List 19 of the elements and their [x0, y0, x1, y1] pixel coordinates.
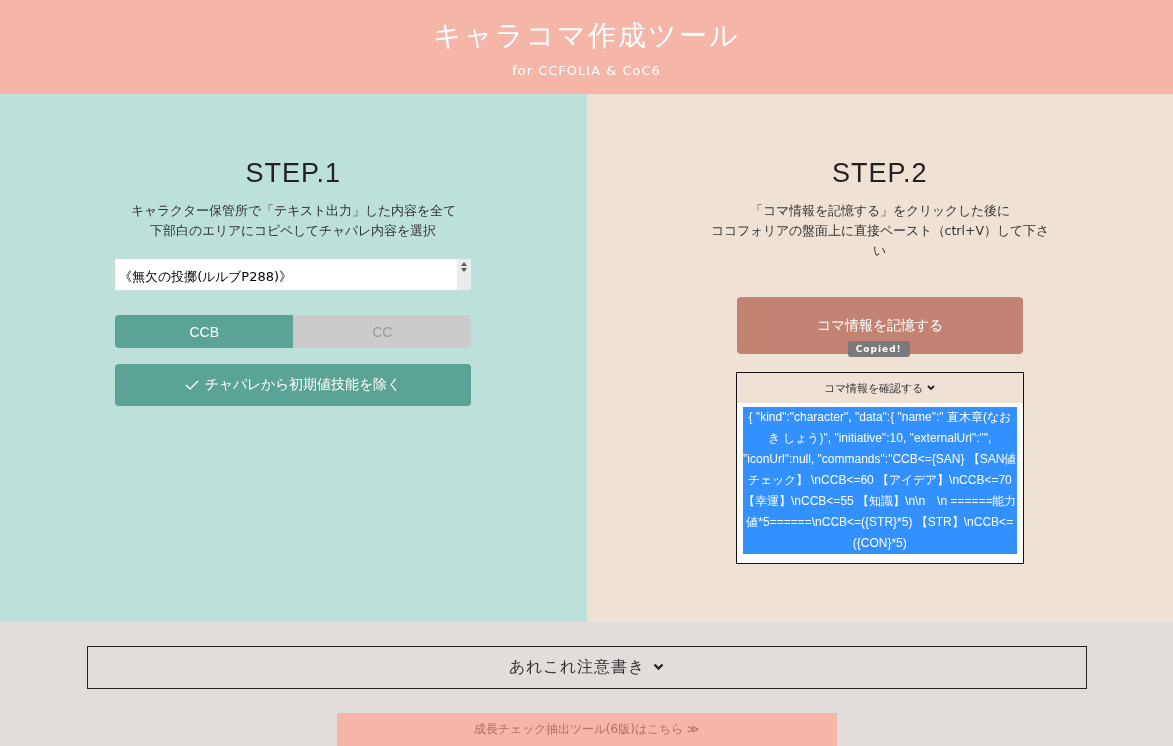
json-output: { "kind":"character", "data":{ "name":" 直木章(なおき しょう)", "initiative":10, "externalUrl":"", "iconUrl":null, "commands":"CCB<={SAN} 【SAN値チェック】 \nCCB<=60 【アイデア】\nCCB<=70 【幸運】\nCCB<=55 【知識】\n\n \n ======能力値*5======\nCCB<=({STR}*5) 【STR】\nCCB<=({CON}*5) [742, 407, 1017, 554]
spinner-arrows-icon [460, 261, 469, 273]
instruction-text: ココフォリアの盤面上に直接ペースト（ctrl+V）して下さい [709, 222, 1050, 260]
instruction-text: キャラクター保管所で「テキスト出力」した内容を全て [130, 202, 456, 220]
mode-tab[interactable]: CCB [115, 315, 294, 348]
notes-toggle[interactable]: あれこれ注意書き [86, 646, 1087, 689]
instruction-text: 下部白のエリアにコピペしてチャパレ内容を選択 [149, 222, 438, 240]
step-heading: STEP.1 [245, 158, 342, 189]
exclude-skills-toggle[interactable]: チャパレから初期値技能を除く [115, 364, 472, 406]
chevron-down-icon [653, 663, 664, 672]
text-area[interactable]: 《無欠の投擲(ルルブP288)》 [115, 259, 472, 290]
check-icon [185, 380, 200, 390]
instruction-text: 「コマ情報を記憶する」をクリックした後に [748, 202, 1011, 220]
copied-tooltip: Copied! [847, 341, 910, 357]
step-heading: STEP.2 [831, 158, 928, 189]
page-title: キャラコマ作成ツール [433, 17, 740, 54]
growth-tool-link[interactable]: 成長チェック抽出ツール(6版)はこちら ≫ [336, 712, 837, 746]
page-subtitle: for CCFOLIA & CoC6 [512, 62, 661, 78]
chevron-down-icon [927, 385, 936, 391]
